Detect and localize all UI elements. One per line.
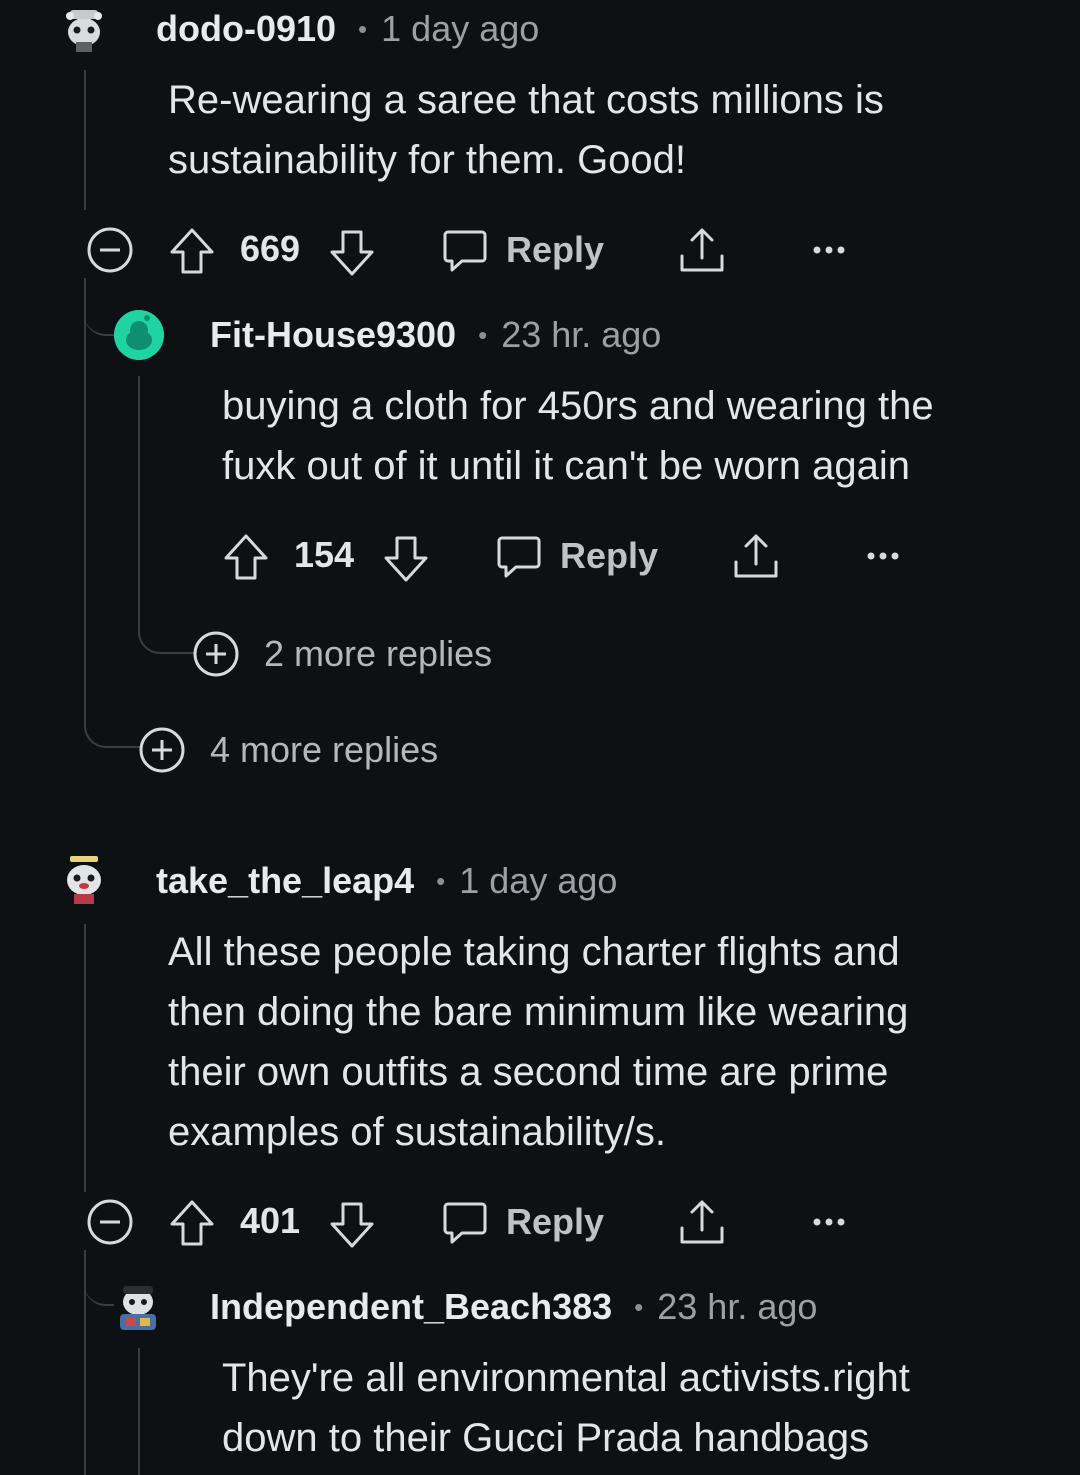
comment-icon xyxy=(497,536,541,578)
more-options-button[interactable] xyxy=(812,236,846,264)
comment-body: They're all environmental activists.righ… xyxy=(222,1356,910,1460)
reply-button[interactable]: Reply xyxy=(496,532,658,580)
downvote-button[interactable] xyxy=(328,1200,376,1250)
downvote-icon xyxy=(330,1202,374,1248)
more-replies-label: 4 more replies xyxy=(210,729,439,770)
comment-icon xyxy=(443,1202,487,1244)
expand-icon xyxy=(193,631,239,677)
expand-icon xyxy=(139,727,185,773)
reply-button[interactable]: Reply xyxy=(442,226,604,274)
vote-count: 669 xyxy=(240,228,301,269)
upvote-button[interactable] xyxy=(168,226,216,276)
thread-line[interactable] xyxy=(84,70,86,210)
upvote-button[interactable] xyxy=(168,1198,216,1248)
snoo-avatar-icon xyxy=(120,1286,156,1330)
upvote-icon xyxy=(224,534,268,580)
snoo-avatar-icon xyxy=(67,856,101,904)
timestamp: 23 hr. ago xyxy=(501,314,662,355)
comment-body: buying a cloth for 450rs and wearing the… xyxy=(222,384,934,488)
timestamp: 23 hr. ago xyxy=(657,1286,818,1327)
separator-dot: • xyxy=(436,865,446,896)
thread-elbow xyxy=(138,600,194,654)
avatar[interactable] xyxy=(62,4,106,52)
username[interactable]: Fit-House9300 xyxy=(210,314,456,356)
more-replies-label: 2 more replies xyxy=(264,633,493,674)
collapse-icon xyxy=(87,1199,133,1245)
thread-elbow xyxy=(84,690,140,748)
more-icon xyxy=(813,1218,845,1226)
share-icon xyxy=(734,534,778,578)
reply-label: Reply xyxy=(506,1201,605,1242)
more-replies-button[interactable]: 4 more replies xyxy=(138,726,438,774)
vote-count: 401 xyxy=(240,1200,301,1241)
reply-label: Reply xyxy=(560,535,659,576)
timestamp: 1 day ago xyxy=(381,8,540,49)
thread-elbow xyxy=(84,300,114,336)
reply-button[interactable]: Reply xyxy=(442,1198,604,1246)
thread-line[interactable] xyxy=(84,278,86,698)
comment-body: All these people taking charter flights … xyxy=(168,930,909,1154)
more-replies-button[interactable]: 2 more replies xyxy=(192,630,492,678)
collapse-button[interactable] xyxy=(86,1198,134,1246)
collapse-icon xyxy=(87,227,133,273)
downvote-button[interactable] xyxy=(328,228,376,278)
username[interactable]: Independent_Beach383 xyxy=(210,1286,612,1328)
thread-elbow xyxy=(84,1272,114,1306)
share-icon xyxy=(680,228,724,272)
avatar[interactable] xyxy=(114,1280,162,1330)
separator-dot: • xyxy=(634,1291,644,1322)
separator-dot: • xyxy=(358,13,368,44)
username[interactable]: take_the_leap4 xyxy=(156,860,414,902)
separator-dot: • xyxy=(478,319,488,350)
snoo-avatar-icon xyxy=(114,310,164,360)
timestamp: 1 day ago xyxy=(459,860,618,901)
username[interactable]: dodo-0910 xyxy=(156,8,336,50)
more-icon xyxy=(813,246,845,254)
thread-line[interactable] xyxy=(84,924,86,1192)
reply-label: Reply xyxy=(506,229,605,270)
downvote-icon xyxy=(384,536,428,582)
snoo-avatar-icon xyxy=(66,10,102,52)
upvote-button[interactable] xyxy=(222,532,270,582)
comment-icon xyxy=(443,230,487,272)
share-button[interactable] xyxy=(678,1196,726,1248)
thread-line[interactable] xyxy=(138,376,140,612)
downvote-button[interactable] xyxy=(382,534,430,584)
more-options-button[interactable] xyxy=(866,542,900,570)
comment-body: Re-wearing a saree that costs millions i… xyxy=(168,78,884,182)
upvote-icon xyxy=(170,1200,214,1246)
downvote-icon xyxy=(330,230,374,276)
more-options-button[interactable] xyxy=(812,1208,846,1236)
collapse-button[interactable] xyxy=(86,226,134,274)
share-button[interactable] xyxy=(732,530,780,582)
avatar[interactable] xyxy=(114,310,164,360)
avatar[interactable] xyxy=(62,854,106,904)
share-icon xyxy=(680,1200,724,1244)
thread-line[interactable] xyxy=(138,1348,140,1475)
vote-count: 154 xyxy=(294,534,355,575)
share-button[interactable] xyxy=(678,224,726,276)
upvote-icon xyxy=(170,228,214,274)
more-icon xyxy=(867,552,899,560)
